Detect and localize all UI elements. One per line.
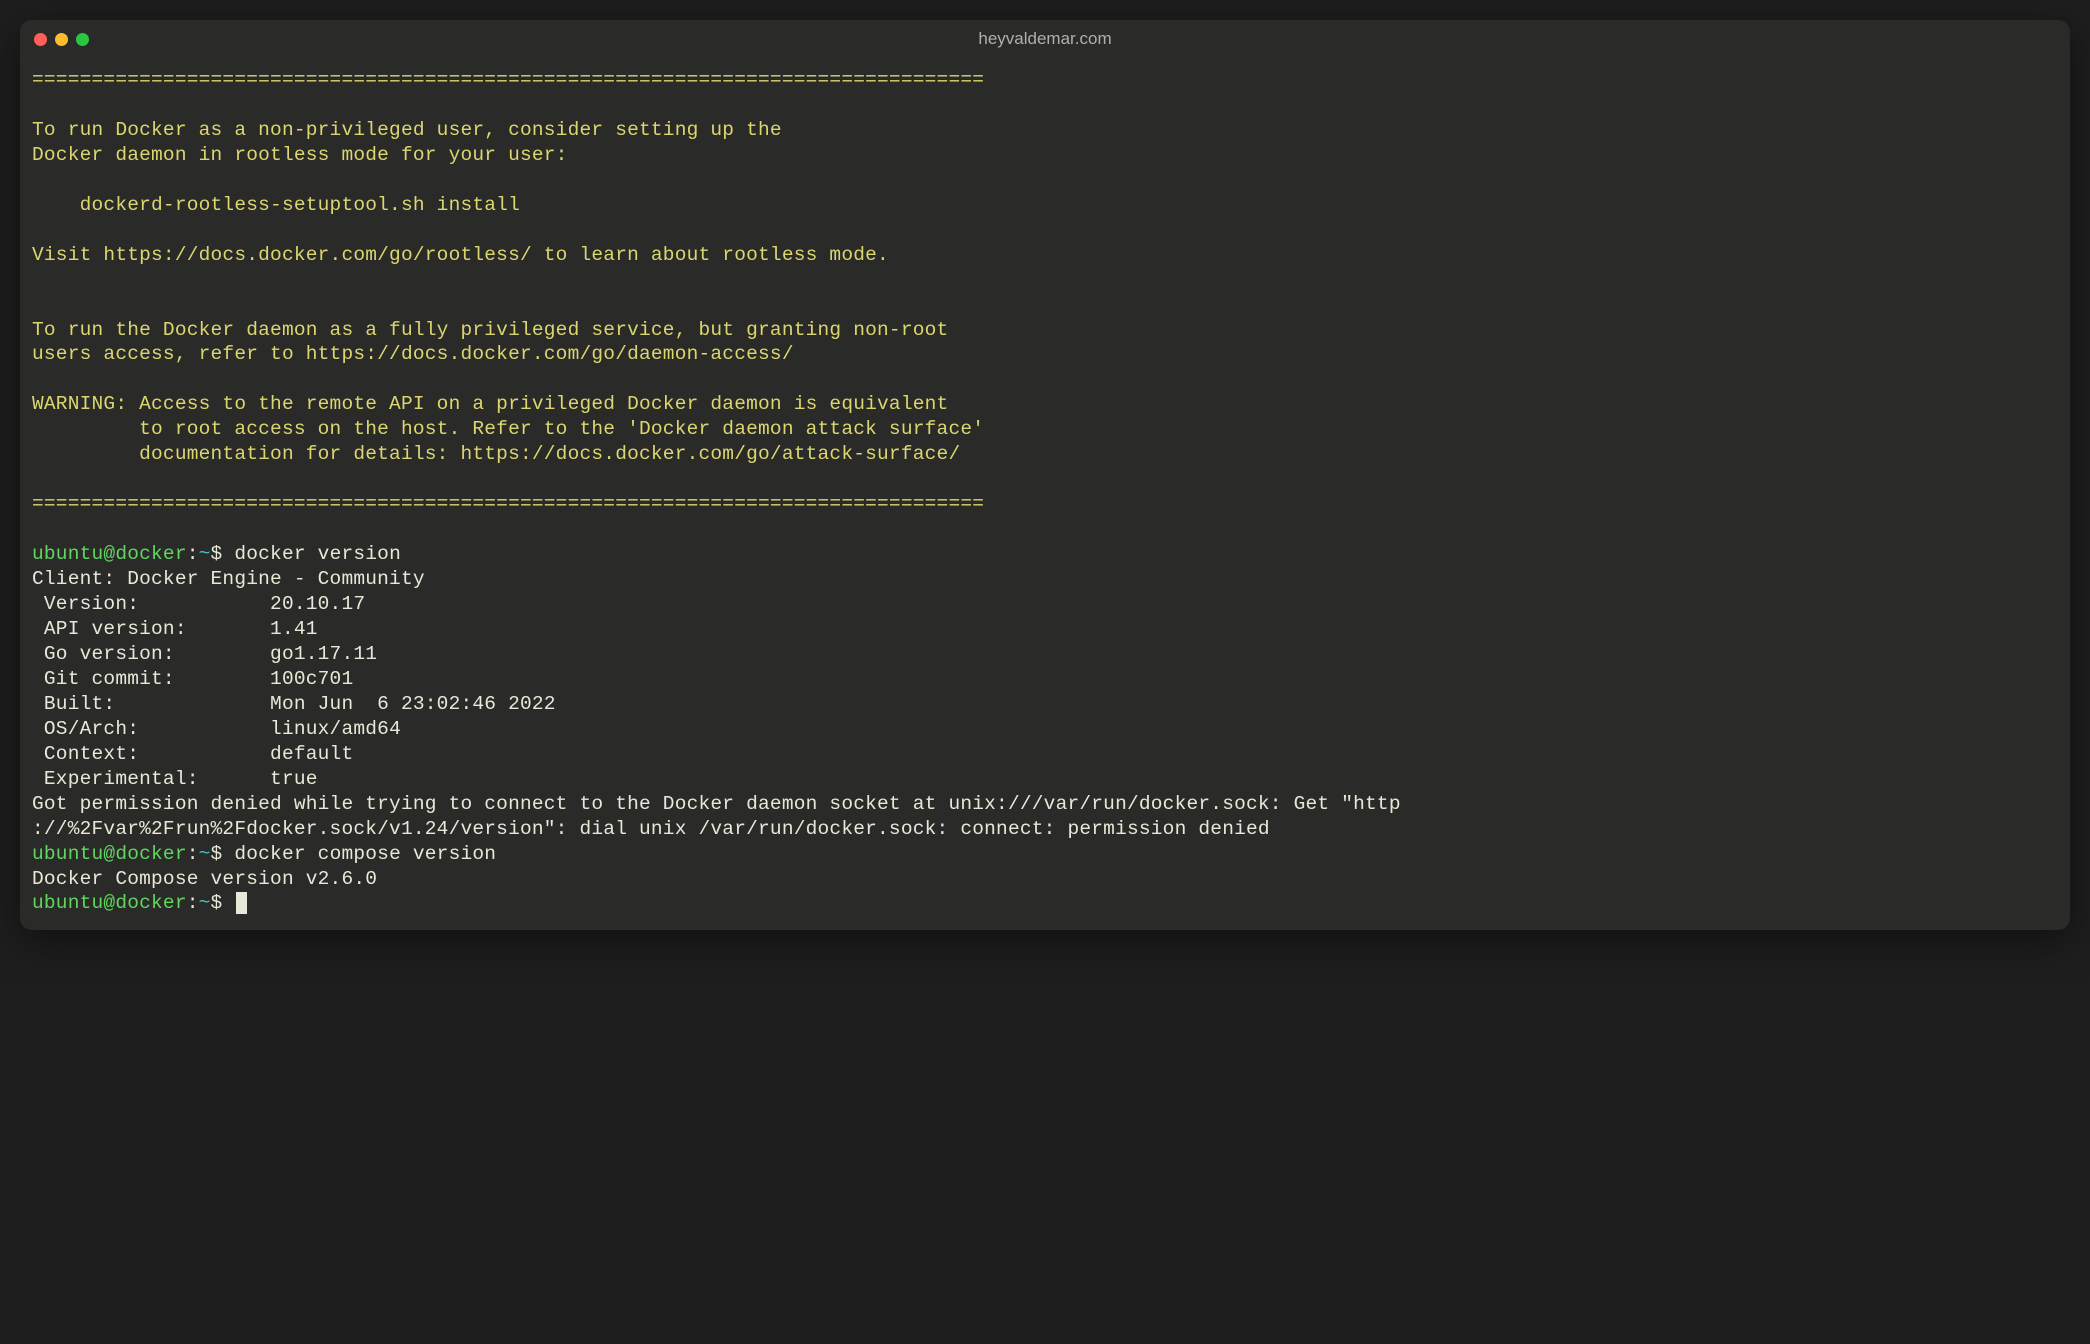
prompt-user: ubuntu@docker (32, 892, 187, 914)
title-bar: heyvaldemar.com (20, 20, 2070, 58)
output-value: 100c701 (270, 668, 353, 690)
output-divider: ========================================… (32, 69, 984, 91)
traffic-lights (34, 33, 89, 46)
output-text: users access, refer to https://docs.dock… (32, 343, 794, 365)
prompt-path: ~ (199, 843, 211, 865)
output-text: Visit https://docs.docker.com/go/rootles… (32, 244, 889, 266)
window-title: heyvaldemar.com (978, 29, 1111, 49)
prompt-symbol: $ (211, 543, 223, 565)
cursor-icon (236, 892, 247, 914)
output-text: To run the Docker daemon as a fully priv… (32, 319, 948, 341)
output-key: Go version: (32, 643, 270, 665)
output-key: Context: (32, 743, 270, 765)
close-button[interactable] (34, 33, 47, 46)
output-value: Mon Jun 6 23:02:46 2022 (270, 693, 556, 715)
command-input: docker version (222, 543, 401, 565)
output-warning: WARNING: Access to the remote API on a p… (32, 393, 948, 415)
output-value: 20.10.17 (270, 593, 365, 615)
prompt-symbol: $ (211, 892, 223, 914)
prompt-sep: : (187, 892, 199, 914)
output-value: 1.41 (270, 618, 318, 640)
prompt-symbol: $ (211, 843, 223, 865)
terminal-window: heyvaldemar.com ========================… (20, 20, 2070, 930)
output-value: go1.17.11 (270, 643, 377, 665)
output-text: dockerd-rootless-setuptool.sh install (32, 194, 520, 216)
terminal-body[interactable]: ========================================… (20, 58, 2070, 930)
prompt-sep: : (187, 543, 199, 565)
maximize-button[interactable] (76, 33, 89, 46)
output-error: Got permission denied while trying to co… (32, 793, 1401, 815)
output-text: Docker Compose version v2.6.0 (32, 868, 377, 890)
output-key: Version: (32, 593, 270, 615)
output-key: Git commit: (32, 668, 270, 690)
prompt-path: ~ (199, 543, 211, 565)
output-warning: to root access on the host. Refer to the… (32, 418, 984, 440)
command-input: docker compose version (222, 843, 496, 865)
output-value: default (270, 743, 353, 765)
output-error: ://%2Fvar%2Frun%2Fdocker.sock/v1.24/vers… (32, 818, 1270, 840)
output-text: Client: Docker Engine - Community (32, 568, 425, 590)
output-text: To run Docker as a non-privileged user, … (32, 119, 782, 141)
output-key: Experimental: (32, 768, 270, 790)
minimize-button[interactable] (55, 33, 68, 46)
output-value: true (270, 768, 318, 790)
output-key: API version: (32, 618, 270, 640)
prompt-user: ubuntu@docker (32, 843, 187, 865)
prompt-user: ubuntu@docker (32, 543, 187, 565)
prompt-sep: : (187, 843, 199, 865)
output-divider: ========================================… (32, 493, 984, 515)
output-key: OS/Arch: (32, 718, 270, 740)
prompt-path: ~ (199, 892, 211, 914)
output-warning: documentation for details: https://docs.… (32, 443, 960, 465)
output-value: linux/amd64 (270, 718, 401, 740)
output-key: Built: (32, 693, 270, 715)
output-text: Docker daemon in rootless mode for your … (32, 144, 568, 166)
